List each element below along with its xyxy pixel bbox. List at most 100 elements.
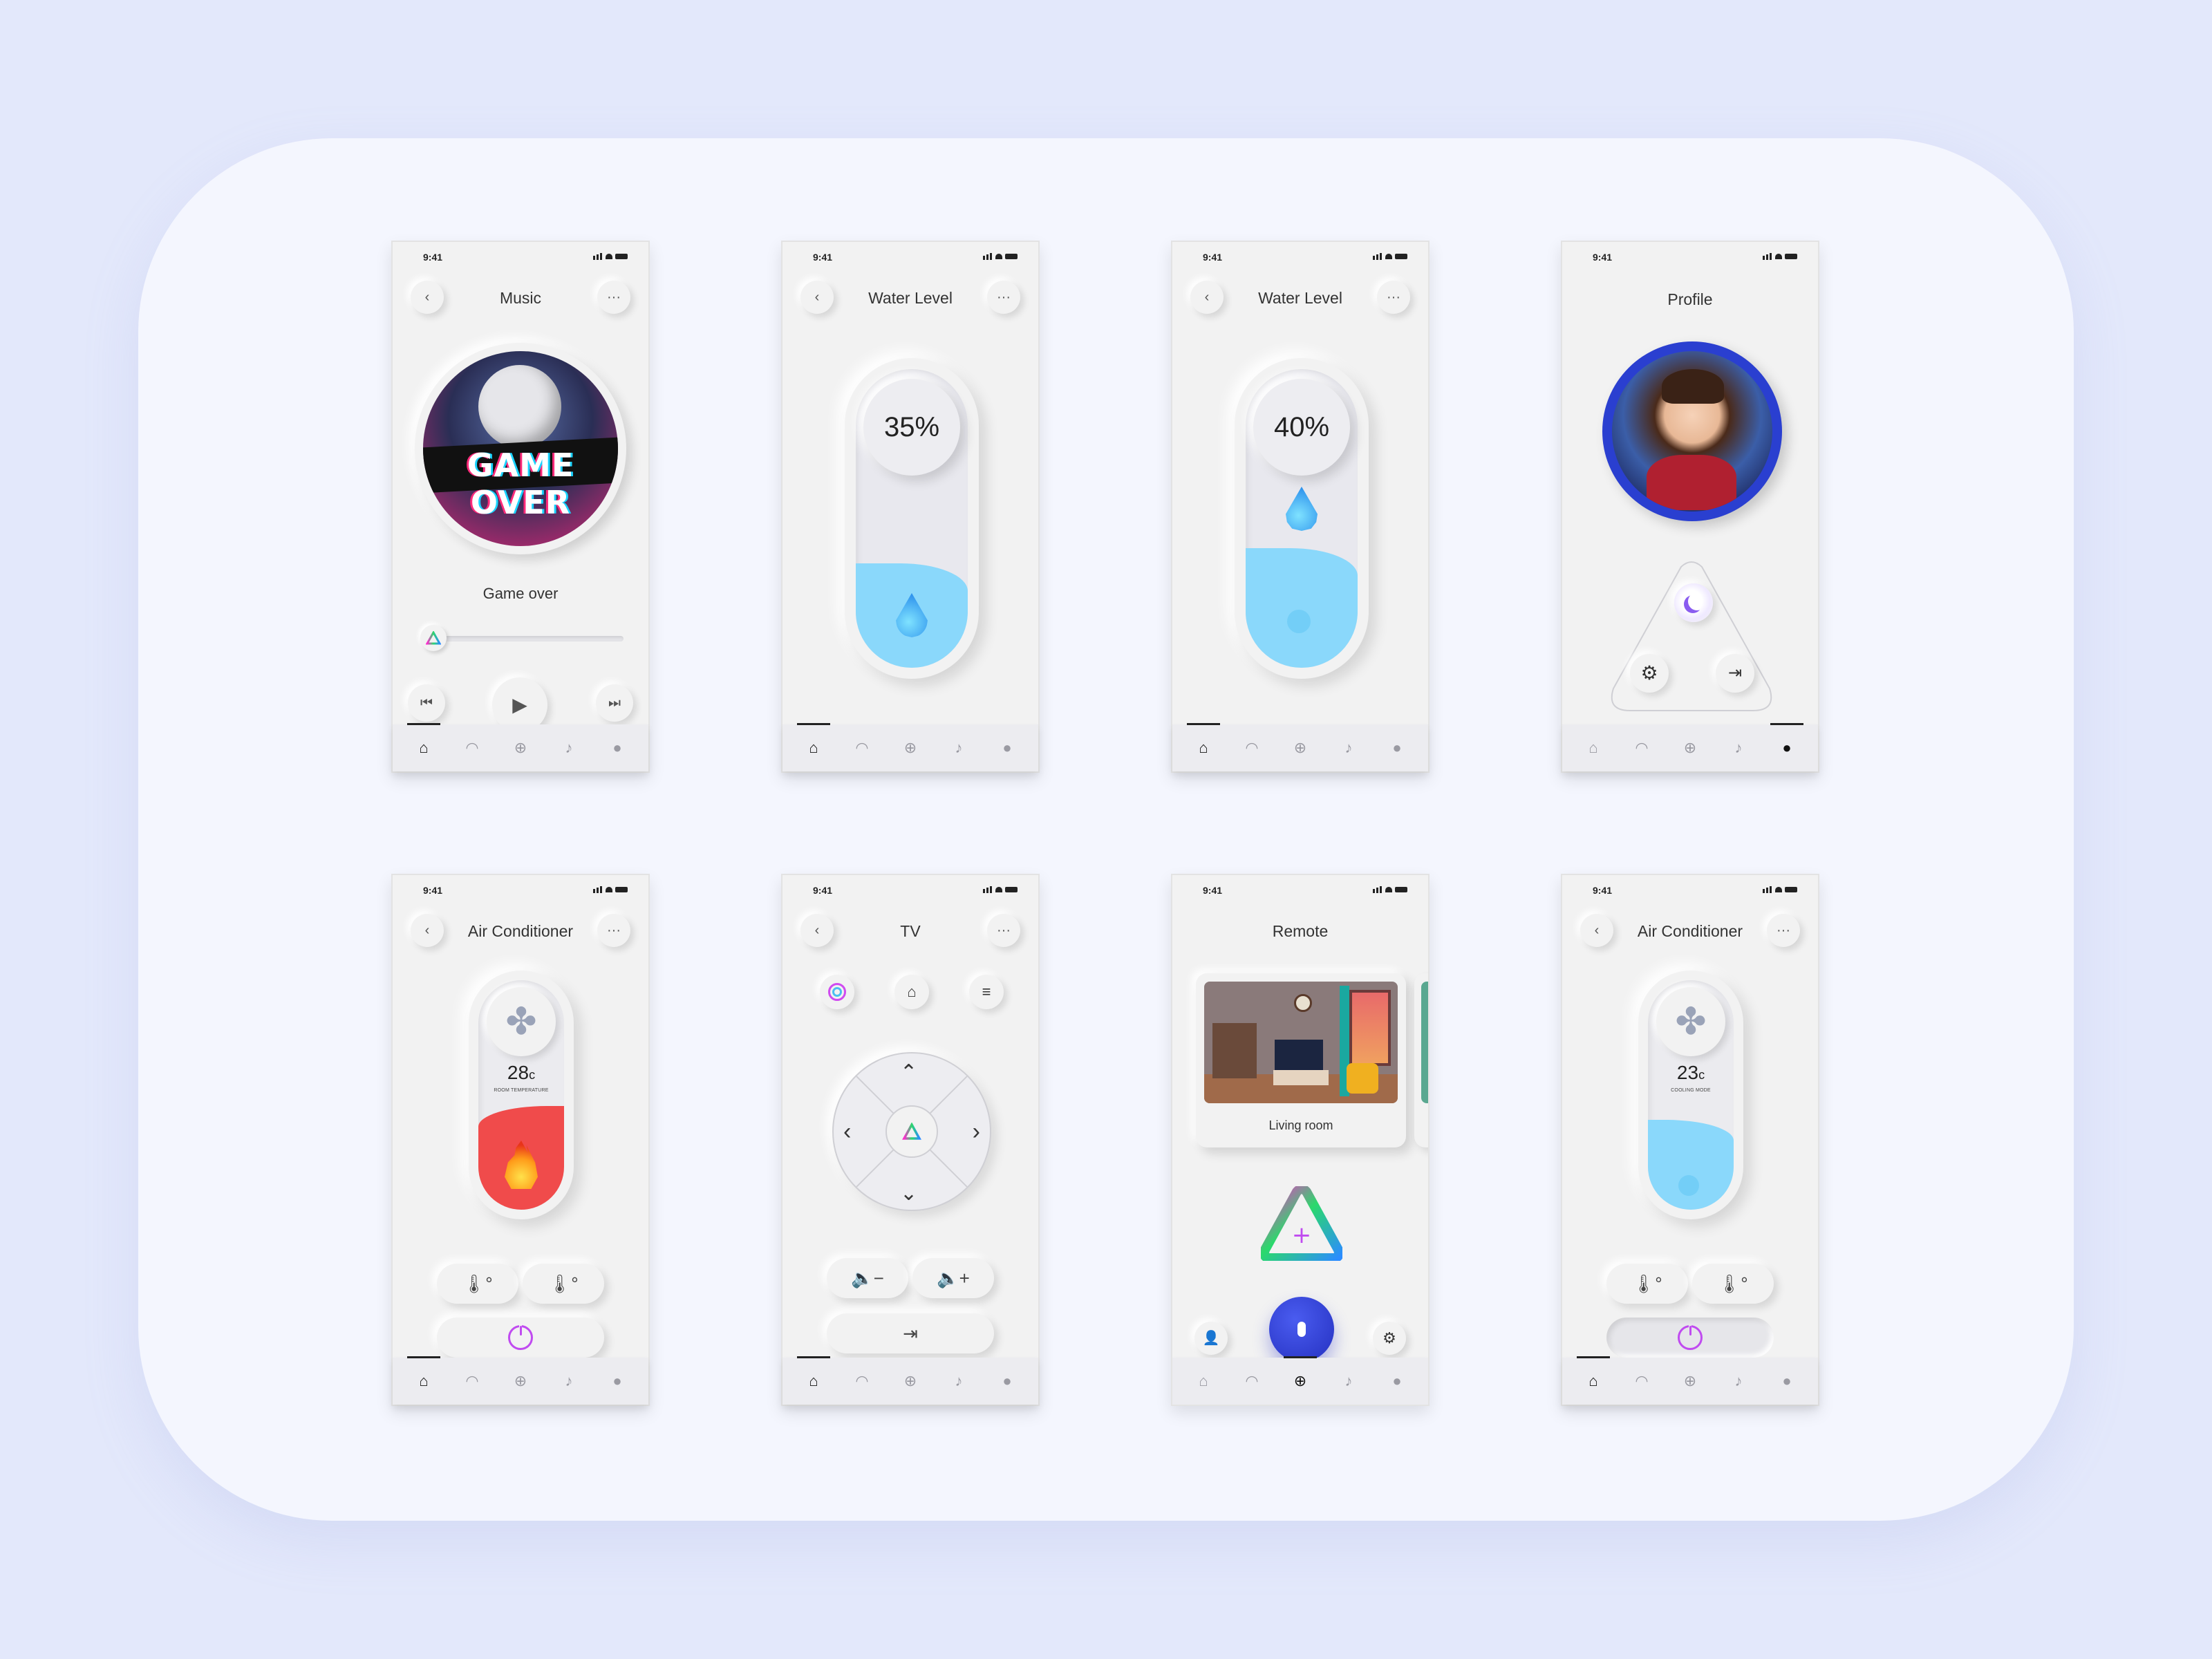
status-icons — [1763, 253, 1797, 260]
more-button[interactable]: ··· — [597, 914, 630, 947]
remote-screen: 9:41 Remote Living room + 👤 ⚙ ⌂ ◠ ⊕ ♪ ● — [1171, 874, 1430, 1406]
temperature-up-button[interactable]: 🌡° — [1692, 1264, 1774, 1304]
gear-icon[interactable]: ⚙ — [1373, 1322, 1406, 1355]
home-icon[interactable]: ⌂ — [407, 1356, 440, 1400]
water-gauge: 35% — [845, 358, 979, 679]
home-icon[interactable]: ⌂ — [1187, 723, 1220, 767]
fan-icon[interactable]: ✤ — [487, 987, 556, 1056]
left-arrow-icon[interactable]: ‹ — [843, 1118, 851, 1145]
bell-icon[interactable]: ♪ — [1335, 1367, 1362, 1395]
menu-icon[interactable]: ≡ — [969, 975, 1004, 1009]
user-icon[interactable]: ● — [993, 734, 1021, 762]
more-button[interactable]: ··· — [597, 281, 630, 314]
ok-button[interactable] — [885, 1105, 938, 1158]
mode-label: ROOM TEMPERATURE — [494, 1088, 549, 1093]
tab-bar: ⌂ ◠ ⊕ ♪ ● — [1172, 1356, 1428, 1405]
progress-track[interactable] — [420, 625, 624, 651]
add-icon[interactable]: ⊕ — [897, 1367, 924, 1395]
temperature-down-button[interactable]: 🌡° — [1606, 1264, 1688, 1304]
home-icon[interactable]: ⌂ — [797, 1356, 830, 1400]
wifi-icon[interactable]: ◠ — [458, 1367, 486, 1395]
room-card-next[interactable] — [1414, 973, 1428, 1147]
percent-badge: 40% — [1253, 379, 1350, 476]
bubble — [1678, 1175, 1699, 1196]
room-card[interactable]: Living room — [1196, 973, 1406, 1147]
source-icon[interactable] — [820, 975, 854, 1009]
bell-icon[interactable]: ♪ — [1725, 1367, 1752, 1395]
exit-button[interactable]: ⇥ — [827, 1313, 994, 1353]
down-arrow-icon[interactable]: ⌄ — [900, 1181, 917, 1206]
add-icon[interactable]: ⊕ — [1286, 734, 1314, 762]
up-arrow-icon[interactable]: ⌃ — [900, 1060, 917, 1085]
home-icon[interactable]: ⌂ — [407, 723, 440, 767]
temperature-down-button[interactable]: 🌡° — [437, 1264, 518, 1304]
status-time: 9:41 — [813, 885, 833, 896]
wifi-icon[interactable]: ◠ — [848, 1367, 876, 1395]
temperature-up-button[interactable]: 🌡° — [523, 1264, 604, 1304]
user-icon[interactable]: ● — [1383, 734, 1411, 762]
user-icon[interactable]: ● — [603, 1367, 631, 1395]
next-button[interactable]: ⏭ — [596, 684, 633, 722]
page-title: Remote — [1272, 922, 1329, 940]
more-button[interactable]: ··· — [1767, 914, 1800, 947]
microphone-button[interactable] — [1269, 1297, 1334, 1362]
water-level-screen-1: 9:41 ‹ Water Level ··· 35% ⌂ ◠ ⊕ ♪ ● — [781, 241, 1040, 773]
temperature-readout: 23c — [1638, 1062, 1743, 1084]
wifi-icon[interactable]: ◠ — [1628, 734, 1656, 762]
status-time: 9:41 — [813, 252, 833, 263]
bell-icon[interactable]: ♪ — [945, 734, 973, 762]
wifi-icon[interactable]: ◠ — [848, 734, 876, 762]
add-icon[interactable]: ⊕ — [1284, 1356, 1317, 1400]
status-icons — [1373, 886, 1407, 893]
action-triangle: ⚙ ⇥ — [1605, 557, 1778, 718]
status-icons — [983, 253, 1018, 260]
home-icon[interactable]: ⌂ — [1580, 734, 1607, 762]
wifi-icon[interactable]: ◠ — [1238, 734, 1266, 762]
previous-button[interactable]: ⏮ — [408, 684, 445, 722]
exit-icon[interactable]: ⇥ — [1716, 654, 1754, 693]
right-arrow-icon[interactable]: › — [973, 1118, 980, 1145]
bell-icon[interactable]: ♪ — [1335, 734, 1362, 762]
power-button[interactable] — [437, 1318, 604, 1358]
status-time: 9:41 — [423, 885, 443, 896]
home-icon[interactable]: ⌂ — [1577, 1356, 1610, 1400]
user-icon[interactable]: ● — [603, 734, 631, 762]
user-icon[interactable]: ● — [1383, 1367, 1411, 1395]
microphone-icon — [1297, 1322, 1306, 1337]
more-button[interactable]: ··· — [1377, 281, 1410, 314]
add-device-icon[interactable]: + — [1259, 1184, 1344, 1263]
bell-icon[interactable]: ♪ — [1725, 734, 1752, 762]
bell-icon[interactable]: ♪ — [555, 734, 583, 762]
user-icon[interactable]: ● — [1770, 723, 1803, 767]
tab-bar: ⌂ ◠ ⊕ ♪ ● — [1562, 723, 1818, 771]
svg-text:+: + — [1292, 1221, 1312, 1249]
add-icon[interactable]: ⊕ — [507, 1367, 534, 1395]
add-user-icon[interactable]: 👤 — [1194, 1322, 1228, 1355]
volume-up-button[interactable]: 🔈+ — [912, 1258, 994, 1298]
temperature-value: 28 — [507, 1062, 529, 1083]
add-icon[interactable]: ⊕ — [1676, 734, 1704, 762]
music-screen: 9:41 ‹ Music ··· GAME OVER Game over ⏮ ▶… — [391, 241, 650, 773]
wifi-icon[interactable]: ◠ — [1238, 1367, 1266, 1395]
user-icon[interactable]: ● — [993, 1367, 1021, 1395]
home-icon[interactable]: ⌂ — [797, 723, 830, 767]
add-icon[interactable]: ⊕ — [897, 734, 924, 762]
user-icon[interactable]: ● — [1773, 1367, 1801, 1395]
power-button[interactable] — [1606, 1318, 1774, 1358]
wifi-icon[interactable]: ◠ — [1628, 1367, 1656, 1395]
fan-icon[interactable]: ✤ — [1656, 987, 1725, 1056]
bell-icon[interactable]: ♪ — [945, 1367, 973, 1395]
add-icon[interactable]: ⊕ — [1676, 1367, 1704, 1395]
wifi-icon[interactable]: ◠ — [458, 734, 486, 762]
more-button[interactable]: ··· — [987, 281, 1020, 314]
more-button[interactable]: ··· — [987, 914, 1020, 947]
add-icon[interactable]: ⊕ — [507, 734, 534, 762]
home-icon[interactable]: ⌂ — [1190, 1367, 1217, 1395]
gear-icon[interactable]: ⚙ — [1630, 654, 1669, 693]
volume-down-button[interactable]: 🔈− — [827, 1258, 908, 1298]
bell-icon[interactable]: ♪ — [555, 1367, 583, 1395]
home-icon[interactable]: ⌂ — [894, 975, 929, 1009]
progress-handle-icon[interactable] — [420, 625, 447, 651]
avatar — [1602, 341, 1782, 521]
moon-icon[interactable] — [1674, 583, 1713, 622]
